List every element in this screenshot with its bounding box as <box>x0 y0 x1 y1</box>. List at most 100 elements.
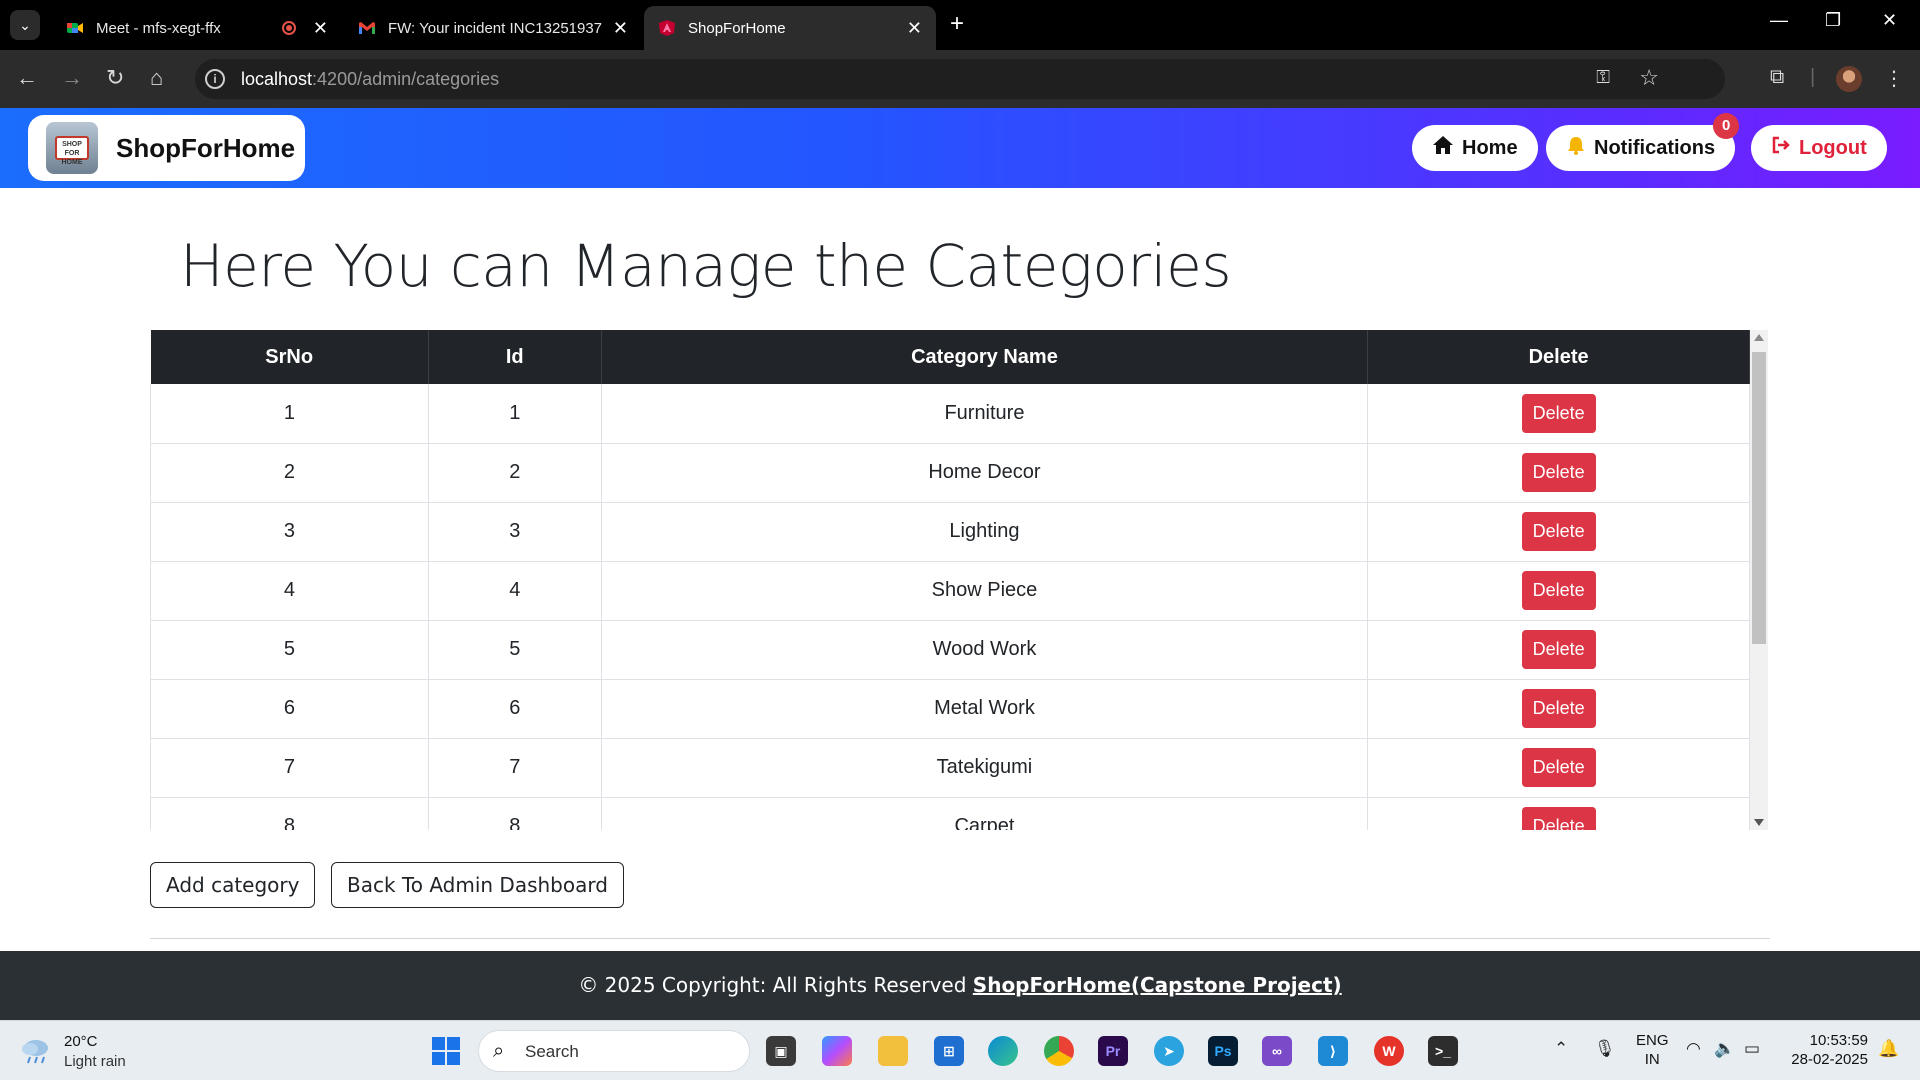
chrome-icon[interactable] <box>1044 1036 1074 1066</box>
search-label: Search <box>525 1042 579 1061</box>
search-icon: ⌕ <box>493 1040 505 1062</box>
system-clock[interactable]: 10:53:59 28-02-2025 <box>1791 1031 1868 1069</box>
weather-description[interactable]: Light rain <box>64 1053 126 1070</box>
scroll-down-arrow-icon[interactable] <box>1754 819 1764 826</box>
footer-project-link[interactable]: ShopForHome(Capstone Project) <box>973 973 1342 997</box>
delete-button[interactable]: Delete <box>1521 689 1596 728</box>
reload-icon[interactable]: ↻ <box>106 66 124 90</box>
cell-action: Delete <box>1367 384 1750 444</box>
back-icon[interactable]: ← <box>16 66 38 90</box>
wps-office-icon[interactable]: W <box>1374 1036 1404 1066</box>
edge-icon[interactable] <box>988 1036 1018 1066</box>
logout-label: Logout <box>1799 136 1867 159</box>
file-explorer-icon[interactable] <box>878 1036 908 1066</box>
gmail-icon <box>359 22 375 34</box>
delete-button[interactable]: Delete <box>1521 630 1596 669</box>
minimize-icon[interactable]: — <box>1770 10 1788 31</box>
address-bar[interactable]: i localhost:4200/admin/categories ⚿ ☆ <box>195 59 1725 99</box>
categories-table: SrNo Id Category Name Delete 1 1 Furnitu… <box>150 330 1750 830</box>
cell-action: Delete <box>1367 502 1750 562</box>
url-text[interactable]: localhost:4200/admin/categories <box>241 69 499 90</box>
language-indicator[interactable]: ENG IN <box>1636 1031 1669 1069</box>
password-key-icon[interactable]: ⚿ <box>1596 67 1610 88</box>
battery-icon[interactable]: ▭ <box>1744 1039 1760 1059</box>
vscode-icon[interactable]: ⟩ <box>1318 1036 1348 1066</box>
categories-table-container[interactable]: SrNo Id Category Name Delete 1 1 Furnitu… <box>150 330 1770 830</box>
cell-action: Delete <box>1367 443 1750 503</box>
table-row: 5 5 Wood Work Delete <box>150 620 1750 680</box>
terminal-icon[interactable]: >_ <box>1428 1036 1458 1066</box>
cell-id: 2 <box>427 443 602 503</box>
site-info-icon[interactable]: i <box>205 69 225 89</box>
delete-button[interactable]: Delete <box>1521 748 1596 787</box>
scroll-up-arrow-icon[interactable] <box>1754 334 1764 341</box>
tab-meet[interactable]: Meet - mfs-xegt-ffx ✕ <box>52 6 342 50</box>
windows-start-icon[interactable] <box>432 1037 460 1065</box>
close-tab-icon[interactable]: ✕ <box>313 18 328 39</box>
copyright-text: © 2025 Copyright: All Rights Reserved <box>578 973 973 997</box>
brand-name: ShopForHome <box>116 132 296 163</box>
cell-category-name: Metal Work <box>600 679 1369 739</box>
table-scrollbar[interactable] <box>1750 330 1768 830</box>
table-row: 2 2 Home Decor Delete <box>150 443 1750 503</box>
bookmark-star-icon[interactable]: ☆ <box>1639 65 1659 91</box>
photoshop-icon[interactable]: Ps <box>1208 1036 1238 1066</box>
notification-center-icon[interactable]: 🔔 <box>1878 1039 1899 1059</box>
delete-button[interactable]: Delete <box>1521 807 1596 830</box>
forward-icon[interactable]: → <box>61 66 83 90</box>
cell-category-name: Show Piece <box>600 561 1369 621</box>
delete-button[interactable]: Delete <box>1521 453 1596 492</box>
extensions-icon[interactable]: ⧉ <box>1770 66 1784 89</box>
windows-taskbar: 20°C Light rain ⌕ Search ▣ ⊞ Pr ➤ Ps ∞ ⟩… <box>0 1020 1920 1080</box>
tab-title: FW: Your incident INC13251937 <box>388 19 603 37</box>
rain-cloud-icon[interactable] <box>20 1035 54 1065</box>
notifications-button[interactable]: Notifications 0 <box>1546 113 1740 171</box>
clock-date: 28-02-2025 <box>1791 1051 1868 1068</box>
show-hidden-icons-icon[interactable]: ⌃ <box>1554 1039 1568 1059</box>
browser-menu-icon[interactable]: ⋮ <box>1884 66 1904 91</box>
cell-srno: 6 <box>150 679 429 739</box>
cell-srno: 1 <box>150 384 429 444</box>
clock-time: 10:53:59 <box>1809 1032 1868 1049</box>
brand-link[interactable]: SHOP FOR HOME ShopForHome <box>28 115 305 181</box>
notification-count-badge: 0 <box>1713 113 1740 139</box>
notifications-label: Notifications <box>1594 136 1716 159</box>
add-category-button[interactable]: Add category <box>150 862 316 908</box>
recording-icon <box>282 21 296 35</box>
cell-srno: 4 <box>150 561 429 621</box>
profile-avatar[interactable] <box>1836 66 1862 92</box>
scrollbar-thumb[interactable] <box>1752 352 1766 644</box>
taskbar-search[interactable]: ⌕ Search <box>478 1030 750 1072</box>
cell-srno: 2 <box>150 443 429 503</box>
volume-icon[interactable]: 🔈 <box>1714 1039 1735 1059</box>
microsoft-store-icon[interactable]: ⊞ <box>934 1036 964 1066</box>
task-view-icon[interactable]: ▣ <box>766 1036 796 1066</box>
tab-shopforhome[interactable]: ShopForHome ✕ <box>644 6 936 50</box>
logout-button[interactable]: Logout <box>1751 125 1887 171</box>
home-icon[interactable]: ⌂ <box>150 66 163 90</box>
back-to-dashboard-button[interactable]: Back To Admin Dashboard <box>331 862 624 908</box>
delete-button[interactable]: Delete <box>1521 571 1596 610</box>
premiere-pro-icon[interactable]: Pr <box>1098 1036 1128 1066</box>
close-tab-icon[interactable]: ✕ <box>613 18 628 39</box>
microphone-icon[interactable]: 🎙 <box>1594 1039 1616 1059</box>
table-row: 6 6 Metal Work Delete <box>150 679 1750 739</box>
home-button[interactable]: Home <box>1412 125 1538 171</box>
delete-button[interactable]: Delete <box>1521 393 1596 433</box>
tab-search-icon[interactable]: ⌄ <box>10 10 40 40</box>
close-tab-icon[interactable]: ✕ <box>907 18 922 39</box>
weather-temperature[interactable]: 20°C <box>64 1033 98 1050</box>
wifi-icon[interactable]: ◠ <box>1686 1039 1701 1059</box>
new-tab-icon[interactable]: + <box>950 12 964 36</box>
table-row: 4 4 Show Piece Delete <box>150 561 1750 621</box>
restore-icon[interactable]: ❐ <box>1825 10 1841 31</box>
tab-mail[interactable]: FW: Your incident INC13251937 ✕ <box>344 6 642 50</box>
app-navbar: SHOP FOR HOME ShopForHome Home Notificat… <box>0 108 1920 188</box>
copilot-icon[interactable] <box>822 1036 852 1066</box>
visual-studio-icon[interactable]: ∞ <box>1262 1036 1292 1066</box>
telegram-icon[interactable]: ➤ <box>1154 1036 1184 1066</box>
table-header-row: SrNo Id Category Name Delete <box>150 330 1750 384</box>
delete-button[interactable]: Delete <box>1521 512 1596 551</box>
cell-id: 3 <box>427 502 602 562</box>
close-window-icon[interactable]: ✕ <box>1882 10 1897 31</box>
